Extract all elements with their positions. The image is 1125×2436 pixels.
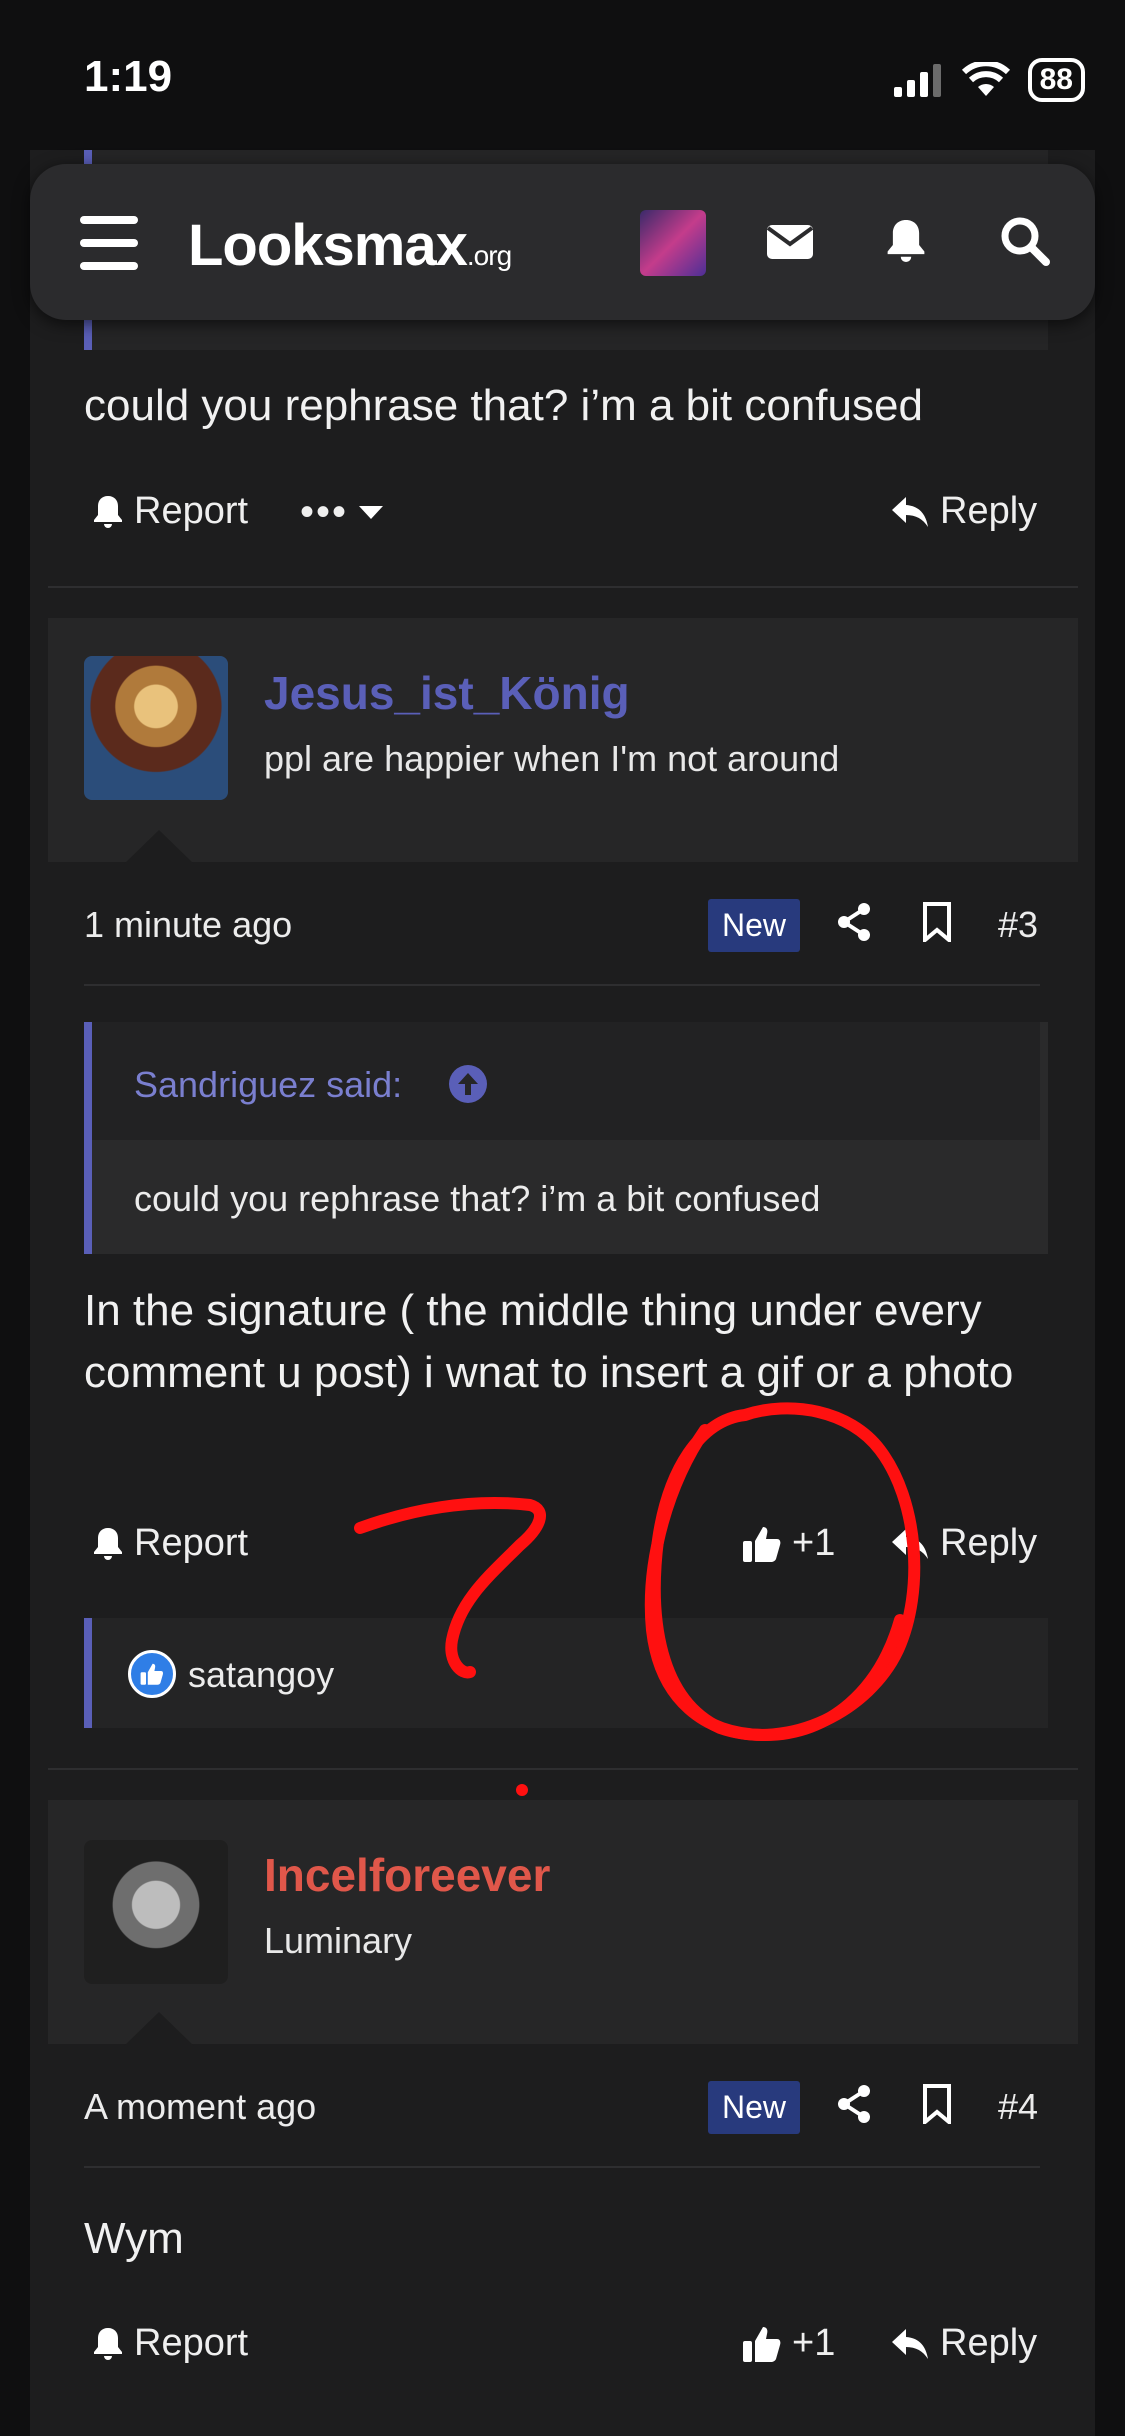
reply-icon [892, 496, 928, 527]
like-count: +1 [792, 1522, 836, 1564]
share-icon[interactable] [836, 2084, 872, 2124]
post-3-user-title: ppl are happier when I'm not around [264, 738, 840, 779]
post-3-author[interactable]: Jesus_ist_König [264, 666, 630, 720]
prev-report-button[interactable]: Report [92, 490, 248, 533]
chevron-down-icon [359, 505, 384, 519]
post-3-avatar[interactable] [84, 656, 228, 800]
bell-icon [94, 1527, 122, 1560]
post-3-body: In the signature ( the middle thing unde… [84, 1286, 1014, 1397]
thumbs-up-icon [743, 2326, 781, 2362]
reply-label: Reply [940, 490, 1038, 532]
jump-up-icon[interactable] [448, 1064, 488, 1104]
post-4-reply-button[interactable]: Reply [890, 2322, 1037, 2365]
status-time: 1:19 [84, 52, 173, 101]
author-card-pointer [124, 830, 194, 864]
post-4-like-button[interactable]: +1 [742, 2322, 835, 2365]
mail-icon[interactable] [766, 224, 814, 260]
reply-icon [892, 1528, 928, 1559]
quote-text: could you rephrase that? i’m a bit confu… [134, 1178, 821, 1219]
site-logo[interactable]: Looksmax.org [188, 212, 512, 279]
reply-label: Reply [940, 2322, 1038, 2364]
post-3-report-button[interactable]: Report [92, 1522, 248, 1565]
thumbs-up-icon [743, 1526, 781, 1562]
more-dots-icon: ••• [300, 490, 349, 534]
user-avatar[interactable] [640, 210, 706, 276]
like-reaction-icon [128, 1650, 176, 1698]
post-3-reactions[interactable]: satangoy [84, 1618, 1048, 1728]
post-divider [48, 586, 1078, 588]
author-card-pointer [124, 2012, 194, 2046]
report-label: Report [134, 1522, 249, 1564]
post-4-author[interactable]: Incelforeever [264, 1848, 550, 1902]
post-4-body: Wym [84, 2214, 184, 2263]
prev-more-menu[interactable]: ••• [300, 490, 384, 535]
share-icon[interactable] [836, 902, 872, 942]
post-3-quote: Sandriguez said: could you rephrase that… [84, 1022, 1048, 1254]
prev-reply-button[interactable]: Reply [890, 490, 1037, 533]
post-4-avatar[interactable] [84, 1840, 228, 1984]
post-4-meta-divider [84, 2166, 1040, 2168]
report-label: Report [134, 2322, 249, 2364]
battery-indicator: 88 [1027, 58, 1085, 102]
bookmark-icon[interactable] [922, 2084, 952, 2124]
search-icon[interactable] [1000, 216, 1050, 266]
bell-icon [94, 495, 122, 528]
quote-attribution[interactable]: Sandriguez said: [134, 1064, 402, 1106]
prev-post-body: could you rephrase that? i’m a bit confu… [84, 381, 923, 430]
post-4-report-button[interactable]: Report [92, 2322, 248, 2365]
post-4-number[interactable]: #4 [998, 2086, 1038, 2128]
post-4-user-title: Luminary [264, 1920, 413, 1961]
status-icons: 88 [893, 58, 1085, 102]
reaction-user[interactable]: satangoy [188, 1654, 334, 1696]
top-nav-bar: Looksmax.org [30, 164, 1095, 320]
signal-icon [893, 64, 941, 97]
post-3-time[interactable]: 1 minute ago [84, 904, 292, 946]
reply-icon [892, 2328, 928, 2359]
bell-icon[interactable] [885, 216, 927, 266]
post-3-number[interactable]: #3 [998, 904, 1038, 946]
bell-icon [94, 2327, 122, 2360]
menu-icon[interactable] [80, 216, 138, 270]
post-3-reply-button[interactable]: Reply [890, 1522, 1037, 1565]
reply-label: Reply [940, 1522, 1038, 1564]
post-4-time[interactable]: A moment ago [84, 2086, 316, 2128]
post-3-like-button[interactable]: +1 [742, 1522, 835, 1565]
bookmark-icon[interactable] [922, 902, 952, 942]
report-label: Report [134, 490, 249, 532]
post-divider [48, 1768, 1078, 1770]
wifi-icon [961, 62, 1010, 96]
like-count: +1 [792, 2322, 836, 2364]
post-3-meta-divider [84, 984, 1040, 986]
post-3-new-badge: New [708, 899, 801, 952]
post-4-new-badge: New [708, 2081, 801, 2134]
